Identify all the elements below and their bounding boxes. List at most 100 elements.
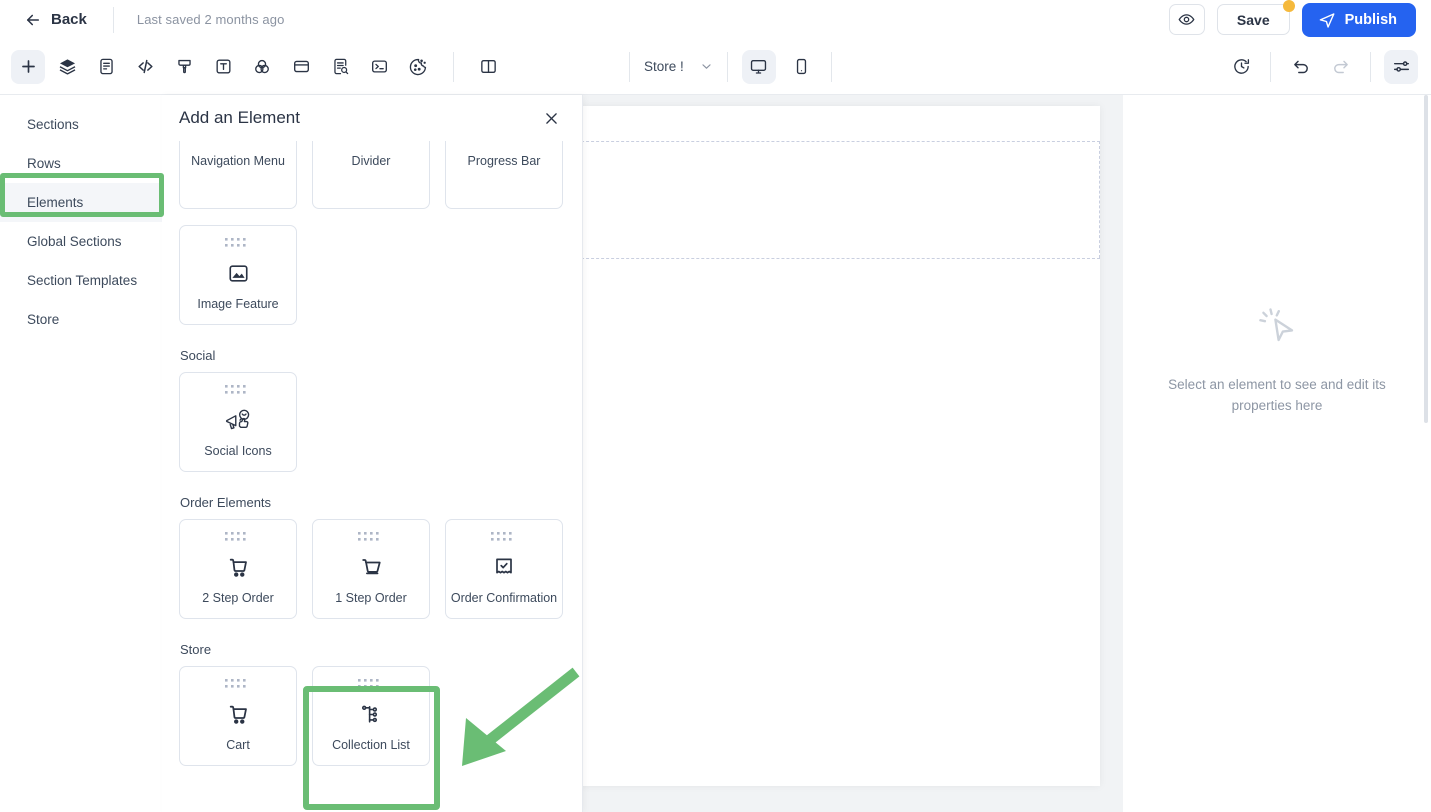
element-card-social-icons[interactable]: Social Icons bbox=[179, 372, 297, 472]
desktop-view-button[interactable] bbox=[741, 49, 776, 84]
text-box-icon bbox=[214, 57, 233, 76]
receipt-check-icon bbox=[492, 550, 516, 584]
publish-button[interactable]: Publish bbox=[1301, 2, 1416, 37]
panel-title: Add an Element bbox=[179, 108, 300, 127]
element-card-progress-bar[interactable]: Progress Bar bbox=[445, 141, 563, 209]
theme-tool[interactable] bbox=[167, 50, 201, 84]
redo-button[interactable] bbox=[1323, 50, 1357, 84]
element-card-2-step-order[interactable]: 2 Step Order bbox=[179, 519, 297, 619]
drag-dots-icon bbox=[225, 237, 251, 250]
arrow-left-icon bbox=[24, 11, 42, 29]
cart-wheels-icon bbox=[226, 550, 251, 584]
sidebar-item-store[interactable]: Store bbox=[0, 300, 162, 339]
code-icon bbox=[136, 57, 155, 76]
element-card-label: Order Confirmation bbox=[450, 591, 558, 605]
sidebar-item-label: Elements bbox=[27, 195, 84, 210]
group-label-order-elements: Order Elements bbox=[180, 495, 272, 510]
document-search-icon bbox=[331, 57, 350, 76]
sliders-icon bbox=[1392, 57, 1411, 76]
cookie-tool[interactable] bbox=[401, 50, 435, 84]
element-card-navigation-menu[interactable]: Navigation Menu bbox=[179, 141, 297, 209]
element-card-label: Navigation Menu bbox=[191, 154, 285, 168]
element-card-label: Divider bbox=[351, 154, 391, 168]
add-element-tool[interactable] bbox=[11, 49, 45, 84]
plus-icon bbox=[19, 57, 38, 76]
properties-empty-text: Select an element to see and edit its pr… bbox=[1168, 377, 1386, 413]
code-tool[interactable] bbox=[128, 50, 162, 84]
image-icon bbox=[227, 256, 250, 290]
toolbar-divider-4 bbox=[830, 51, 832, 82]
publish-label: Publish bbox=[1344, 11, 1397, 28]
element-grid-social: Social Icons bbox=[179, 372, 564, 472]
element-grid-clipped: Navigation Menu Divider Progress Bar bbox=[179, 141, 564, 209]
editor-toolbar: Store ! bbox=[0, 39, 1431, 95]
element-card-label: 1 Step Order bbox=[335, 591, 407, 605]
undo-button[interactable] bbox=[1284, 50, 1318, 84]
sidebar-item-global-sections[interactable]: Global Sections bbox=[0, 222, 162, 261]
toolbar-divider-5 bbox=[1270, 51, 1271, 82]
store-selector[interactable]: Store ! bbox=[630, 50, 727, 84]
sidebar-item-label: Section Templates bbox=[27, 273, 138, 288]
add-element-panel-body[interactable]: Navigation Menu Divider Progress Bar Ima… bbox=[162, 141, 582, 812]
hierarchy-tree-icon bbox=[359, 697, 384, 731]
layers-tool[interactable] bbox=[50, 50, 84, 84]
toolbar-divider-3 bbox=[726, 51, 728, 82]
preview-button[interactable] bbox=[1168, 4, 1205, 35]
element-card-label: Progress Bar bbox=[467, 154, 541, 168]
desktop-icon bbox=[749, 57, 768, 76]
sidebar-item-sections[interactable]: Sections bbox=[0, 105, 162, 144]
save-label: Save bbox=[1236, 11, 1270, 28]
card-icon bbox=[292, 57, 311, 76]
element-card-image-feature[interactable]: Image Feature bbox=[179, 225, 297, 325]
element-card-label: Social Icons bbox=[204, 444, 272, 458]
document-icon bbox=[97, 57, 116, 76]
sidebar-item-section-templates[interactable]: Section Templates bbox=[0, 261, 162, 300]
unsaved-changes-badge bbox=[1282, 0, 1295, 12]
version-history-button[interactable] bbox=[1224, 50, 1258, 84]
topbar-divider bbox=[112, 6, 114, 33]
drag-dots-icon bbox=[225, 384, 251, 397]
page-editor-app: Back Last saved 2 months ago Save Publis… bbox=[0, 0, 1431, 812]
mobile-view-button[interactable] bbox=[785, 50, 819, 84]
color-circles-icon bbox=[252, 57, 272, 77]
layers-icon bbox=[58, 57, 77, 76]
element-card-1-step-order[interactable]: 1 Step Order bbox=[312, 519, 430, 619]
add-element-panel-header: Add an Element bbox=[162, 95, 582, 141]
element-grid-store: Cart Collection List bbox=[179, 666, 564, 766]
pages-tool[interactable] bbox=[89, 50, 123, 84]
mobile-icon bbox=[792, 57, 811, 76]
top-bar: Back Last saved 2 months ago Save Publis… bbox=[0, 0, 1431, 39]
basket-icon bbox=[359, 550, 384, 584]
device-view-group bbox=[741, 49, 819, 84]
store-selector-label: Store ! bbox=[644, 59, 684, 74]
drag-dots-icon bbox=[225, 678, 251, 691]
popup-tool[interactable] bbox=[284, 50, 318, 84]
undo-icon bbox=[1292, 57, 1311, 76]
toolbar-divider-6 bbox=[1370, 51, 1371, 82]
sidebar-item-rows[interactable]: Rows bbox=[0, 144, 162, 183]
drag-dots-icon bbox=[358, 531, 384, 544]
save-button[interactable]: Save bbox=[1216, 0, 1295, 35]
back-button[interactable]: Back bbox=[16, 7, 95, 33]
sidebar-item-label: Global Sections bbox=[27, 234, 122, 249]
script-tool[interactable] bbox=[362, 50, 396, 84]
page-scrollbar-thumb[interactable] bbox=[1424, 95, 1428, 423]
sidebar-item-elements[interactable]: Elements bbox=[0, 183, 162, 222]
paint-brush-icon bbox=[175, 57, 194, 76]
megaphone-social-icon bbox=[224, 403, 252, 437]
element-card-divider[interactable]: Divider bbox=[312, 141, 430, 209]
element-card-cart[interactable]: Cart bbox=[179, 666, 297, 766]
seo-tool[interactable] bbox=[323, 50, 357, 84]
properties-panel: Select an element to see and edit its pr… bbox=[1123, 95, 1431, 812]
split-panel-tool[interactable] bbox=[471, 50, 505, 84]
close-panel-button[interactable] bbox=[539, 106, 564, 131]
section-outline-right bbox=[1099, 141, 1100, 258]
cart-wheels-icon bbox=[226, 697, 251, 731]
settings-button[interactable] bbox=[1384, 49, 1418, 84]
colors-tool[interactable] bbox=[245, 50, 279, 84]
element-card-collection-list[interactable]: Collection List bbox=[312, 666, 430, 766]
element-grid-image-feature: Image Feature bbox=[179, 225, 564, 325]
element-card-order-confirmation[interactable]: Order Confirmation bbox=[445, 519, 563, 619]
typography-tool[interactable] bbox=[206, 50, 240, 84]
topbar-actions: Save Publish bbox=[1168, 0, 1416, 37]
